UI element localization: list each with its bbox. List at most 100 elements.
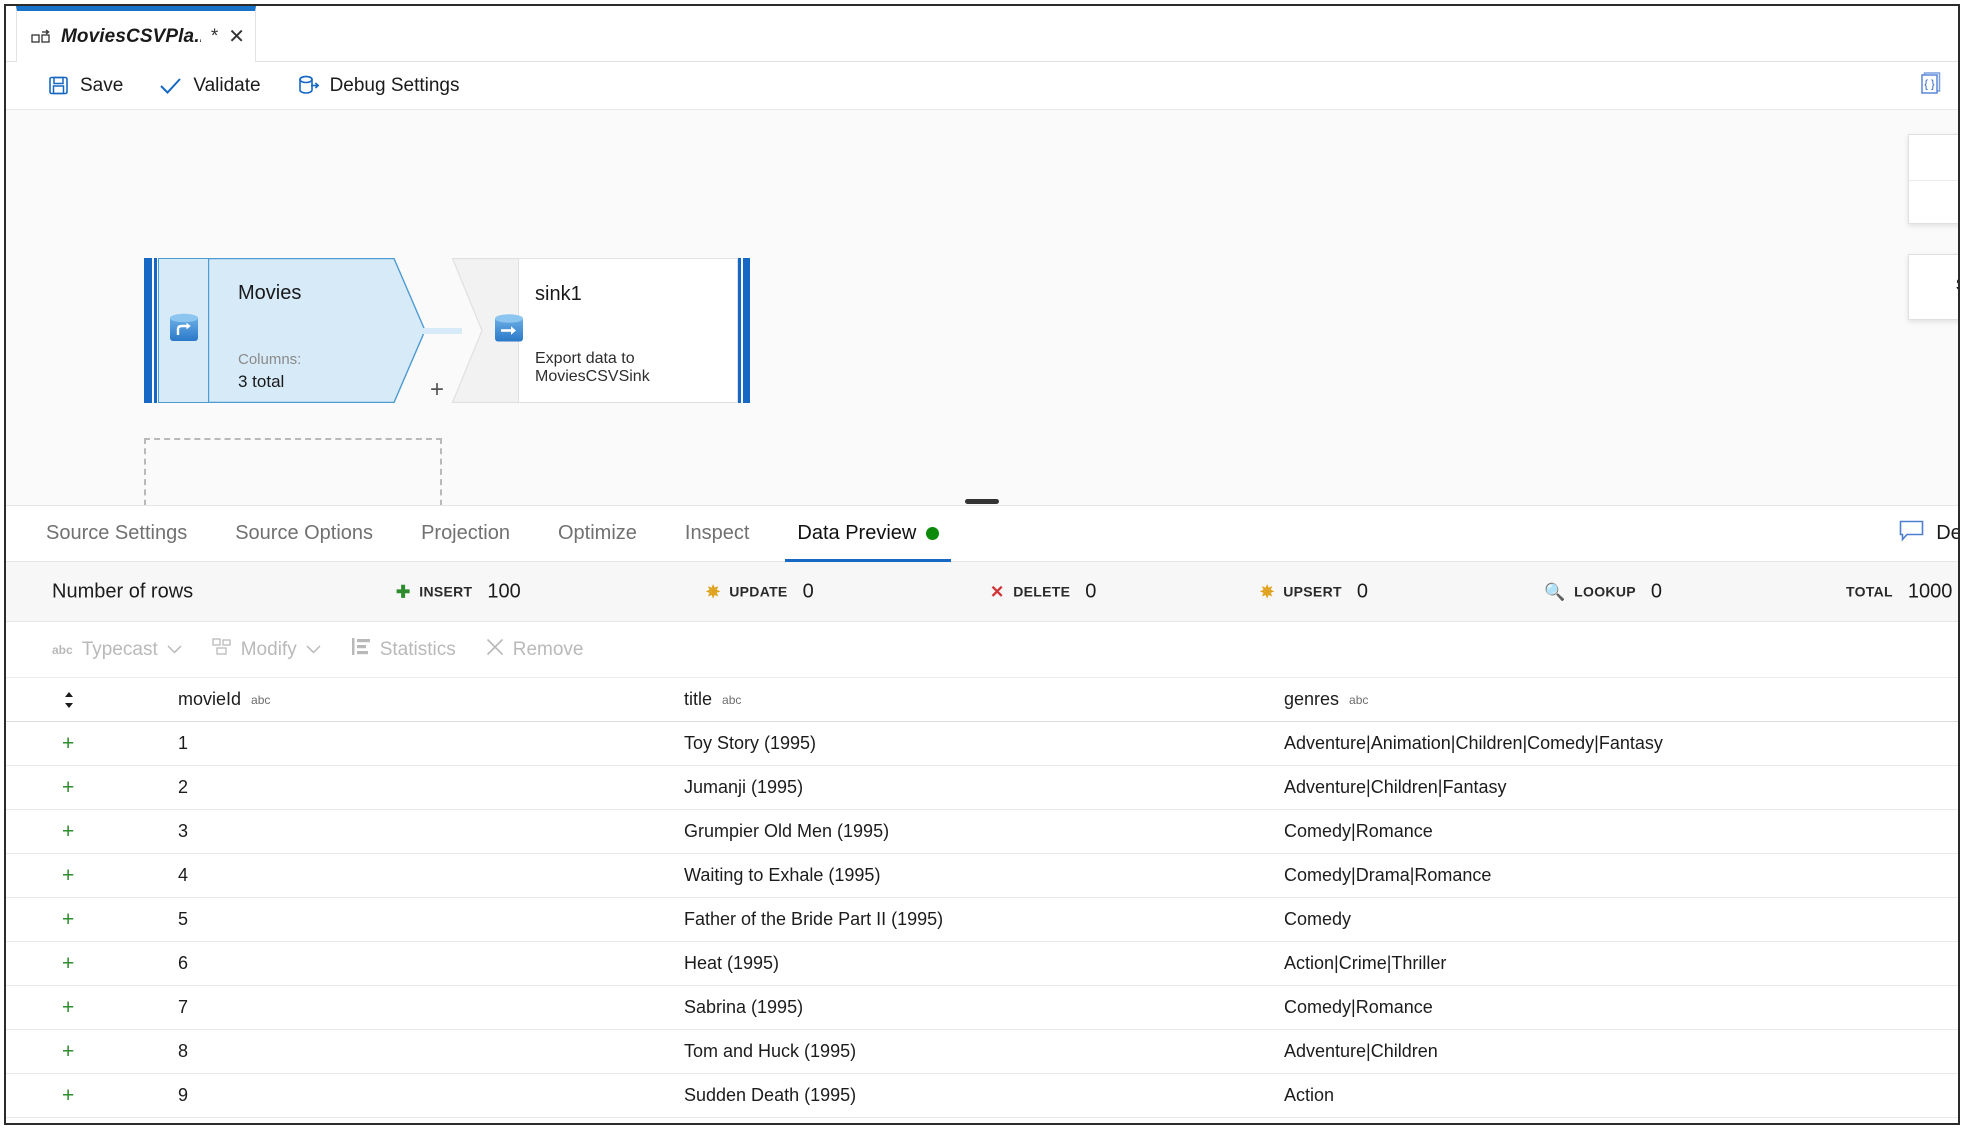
stat-lookup: 🔍 LOOKUP 0 xyxy=(1544,580,1662,603)
chevron-down-icon xyxy=(167,641,182,658)
save-button[interactable]: Save xyxy=(48,75,123,97)
stat-upsert-label: UPSERT xyxy=(1283,583,1342,600)
table-row[interactable]: + 7 Sabrina (1995) Comedy|Romance xyxy=(6,986,1958,1030)
close-icon[interactable]: ✕ xyxy=(228,27,245,47)
column-header-title-label: title xyxy=(684,689,713,709)
tab-moviescsvplayground[interactable]: MoviesCSVPla... * ✕ xyxy=(16,6,256,62)
cell-title: Sabrina (1995) xyxy=(684,997,804,1017)
search-icon: 🔍 xyxy=(1544,582,1566,601)
status-dot-icon xyxy=(926,527,940,540)
save-label: Save xyxy=(80,74,124,96)
data-preview-grid: movieId abc title abc genres abc + 1 Toy… xyxy=(6,678,1958,1118)
table-row[interactable]: + 2 Jumanji (1995) Adventure|Children|Fa… xyxy=(6,766,1958,810)
tab-source-settings-label: Source Settings xyxy=(46,522,188,544)
column-header-genres[interactable]: genres abc xyxy=(1276,689,1958,710)
table-row[interactable]: + 6 Heat (1995) Action|Crime|Thriller xyxy=(6,942,1958,986)
row-insert-marker: + xyxy=(62,820,75,843)
save-icon xyxy=(48,75,69,96)
cell-genres: Comedy xyxy=(1284,909,1352,929)
row-insert-marker: + xyxy=(62,952,75,975)
stat-upsert: ✵ UPSERT 0 xyxy=(1260,580,1368,603)
code-braces-button[interactable]: { } xyxy=(1918,70,1944,101)
tab-projection-label: Projection xyxy=(421,522,510,544)
sink-node-title: sink1 xyxy=(535,283,582,305)
cell-movieid: 5 xyxy=(178,909,189,929)
statistics-icon xyxy=(351,637,371,662)
table-row[interactable]: + 8 Tom and Huck (1995) Adventure|Childr… xyxy=(6,1030,1958,1074)
abc-icon: abc xyxy=(52,642,73,657)
stat-lookup-value: 0 xyxy=(1650,580,1662,602)
source-database-icon xyxy=(167,311,201,350)
typecast-label: Typecast xyxy=(81,638,158,660)
table-row[interactable]: + 9 Sudden Death (1995) Action xyxy=(6,1074,1958,1118)
description-label: Descrip xyxy=(1936,522,1958,544)
add-source-placeholder[interactable]: Add Source xyxy=(144,438,442,505)
table-row[interactable]: + 1 Toy Story (1995) Adventure|Animation… xyxy=(6,722,1958,766)
asterisk-plus-icon: ✵ xyxy=(1260,582,1275,601)
tab-source-options[interactable]: Source Options xyxy=(211,506,397,562)
command-bar: Save Validate Debug Settings {} xyxy=(6,62,1958,110)
row-count-bar: Number of rows ✚ INSERT 100 ✵ UPDATE 0 ✕… xyxy=(6,562,1958,622)
add-transformation-plus-icon[interactable]: + xyxy=(430,378,444,402)
debug-settings-button[interactable]: Debug Settings xyxy=(297,75,460,97)
stat-upsert-value: 0 xyxy=(1356,580,1368,602)
code-braces-icon: { } xyxy=(1918,71,1944,100)
column-header-title[interactable]: title abc xyxy=(676,689,1276,710)
cell-genres: Action|Crime|Thriller xyxy=(1284,953,1447,973)
column-header-movieid-label: movieId xyxy=(178,689,242,709)
tab-optimize[interactable]: Optimize xyxy=(534,506,661,562)
source-node-movies[interactable]: Movies Columns: 3 total xyxy=(144,257,426,404)
modify-button[interactable]: Modify xyxy=(212,637,321,662)
tab-dirty-indicator: * xyxy=(210,25,219,47)
cell-movieid: 1 xyxy=(178,733,189,753)
cell-title: Heat (1995) xyxy=(684,953,780,973)
row-insert-marker: + xyxy=(62,1084,75,1107)
statistics-button[interactable]: Statistics xyxy=(351,637,456,662)
grid-toolbar: abc Typecast Modify Statistics Remove xyxy=(6,622,1958,678)
table-row[interactable]: + 5 Father of the Bride Part II (1995) C… xyxy=(6,898,1958,942)
table-row[interactable]: + 3 Grumpier Old Men (1995) Comedy|Roman… xyxy=(6,810,1958,854)
stat-insert: ✚ INSERT 100 xyxy=(396,580,521,603)
source-node-columns-label: Columns: xyxy=(238,351,302,368)
tab-inspect-label: Inspect xyxy=(684,522,750,544)
tab-optimize-label: Optimize xyxy=(558,522,637,544)
remove-button[interactable]: Remove xyxy=(486,638,583,662)
cell-title: Waiting to Exhale (1995) xyxy=(684,865,881,885)
cell-movieid: 8 xyxy=(178,1041,189,1061)
row-insert-marker: + xyxy=(62,996,75,1019)
cell-genres: Adventure|Children xyxy=(1284,1041,1438,1061)
table-row[interactable]: + 4 Waiting to Exhale (1995) Comedy|Dram… xyxy=(6,854,1958,898)
stat-total: TOTAL 1000 xyxy=(1846,580,1952,603)
sort-updown-icon[interactable] xyxy=(6,691,76,709)
canvas-toolbar-panel-bottom[interactable]: S xyxy=(1908,254,1958,320)
validate-button[interactable]: Validate xyxy=(159,75,261,97)
tab-projection[interactable]: Projection xyxy=(397,506,534,562)
cell-movieid: 9 xyxy=(178,1085,189,1105)
close-x-icon xyxy=(486,638,504,662)
column-type-title: abc xyxy=(722,692,742,707)
row-insert-marker: + xyxy=(62,908,75,931)
sink-database-icon xyxy=(492,311,526,350)
cell-genres: Comedy|Romance xyxy=(1284,997,1433,1017)
stat-delete: ✕ DELETE 0 xyxy=(990,580,1096,603)
stat-delete-value: 0 xyxy=(1085,580,1097,602)
typecast-button[interactable]: abc Typecast xyxy=(52,639,182,661)
canvas-toolbar-panel-top[interactable] xyxy=(1908,134,1958,224)
grid-header-row: movieId abc title abc genres abc xyxy=(6,678,1958,722)
tab-source-settings[interactable]: Source Settings xyxy=(22,506,211,562)
modify-icon xyxy=(212,637,232,662)
tab-data-preview[interactable]: Data Preview xyxy=(773,506,963,562)
description-button[interactable]: Descrip xyxy=(1899,520,1958,548)
cell-movieid: 7 xyxy=(178,997,189,1017)
row-insert-marker: + xyxy=(62,776,75,799)
cell-title: Father of the Bride Part II (1995) xyxy=(684,909,944,929)
dataflow-canvas[interactable]: Movies Columns: 3 total + sink1 Export d… xyxy=(6,110,1958,506)
sink-node-sink1[interactable]: sink1 Export data to MoviesCSVSink xyxy=(451,257,750,404)
column-header-movieid[interactable]: movieId abc xyxy=(76,689,676,710)
cell-title: Jumanji (1995) xyxy=(684,777,804,797)
stat-total-label: TOTAL xyxy=(1846,583,1893,600)
panel-divider xyxy=(1909,180,1958,181)
debug-settings-label: Debug Settings xyxy=(329,74,460,96)
panel-resize-handle[interactable] xyxy=(965,499,999,504)
tab-inspect[interactable]: Inspect xyxy=(661,506,773,562)
